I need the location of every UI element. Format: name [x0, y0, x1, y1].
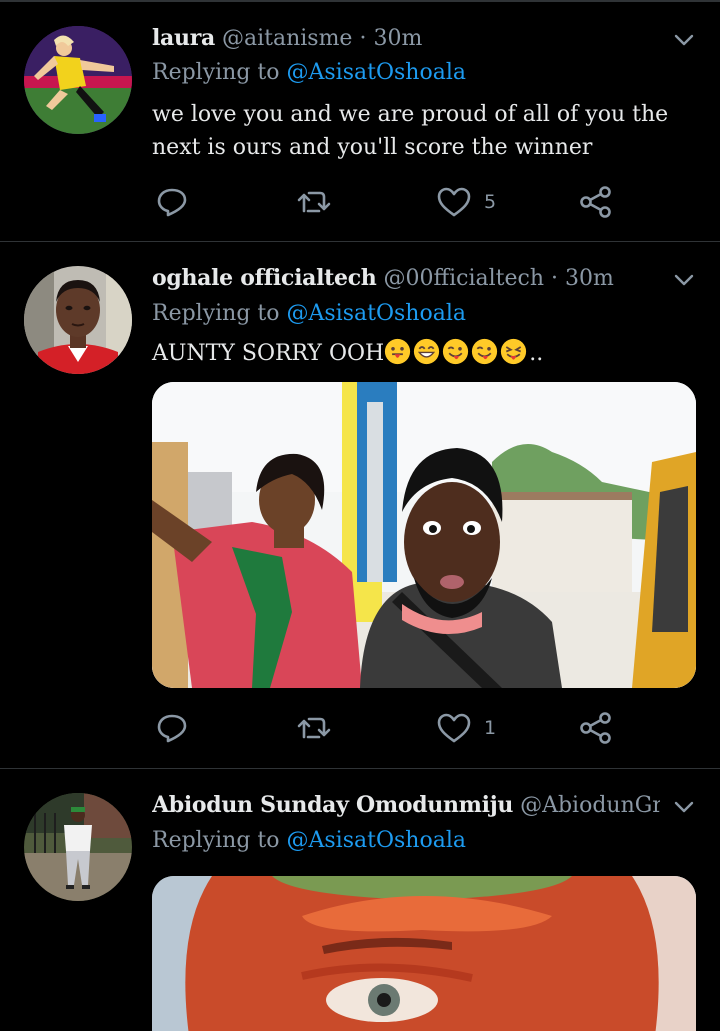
mention-link[interactable]: @AsisatOshoala: [287, 60, 466, 85]
tweet-text: we love you and we are proud of all of y…: [152, 102, 669, 160]
chevron-down-icon[interactable]: [672, 268, 696, 292]
display-name[interactable]: Abiodun Sunday Omodunmiju: [152, 792, 513, 818]
tweet-header: oghale officialtech @00fficialtech · 30m: [152, 263, 660, 293]
like-count: 5: [484, 191, 497, 213]
share-icon: [580, 186, 611, 218]
separator-dot: ·: [551, 266, 559, 291]
emoji-wink-tongue-icon: [443, 338, 469, 365]
like-count: 1: [484, 717, 497, 739]
action-bar: 5: [152, 182, 622, 222]
like-button[interactable]: 5: [436, 182, 496, 222]
replying-prefix: Replying to: [152, 60, 280, 85]
emoji-grin-icon: [414, 338, 440, 365]
tweet-1[interactable]: laura @aitanisme · 30m Replying to @Asis…: [0, 0, 720, 242]
retweet-button[interactable]: [296, 182, 332, 222]
replying-to: Replying to @AsisatOshoala: [152, 826, 466, 856]
timestamp[interactable]: 30m: [373, 26, 422, 51]
tweet-3[interactable]: Abiodun Sunday Omodunmiju @AbiodunGr700 …: [0, 769, 720, 1031]
avatar-abiodun[interactable]: [24, 793, 132, 901]
tweet-photo[interactable]: [152, 382, 696, 688]
display-name[interactable]: oghale officialtech: [152, 265, 377, 291]
avatar-oghale[interactable]: [24, 266, 132, 374]
user-handle[interactable]: @aitanisme: [222, 26, 353, 51]
emoji-wink-tongue-icon: [472, 338, 498, 365]
reply-button[interactable]: [154, 708, 190, 748]
share-icon: [580, 712, 611, 744]
tweet-text: AUNTY SORRY OOH: [152, 341, 385, 366]
tweet-2[interactable]: oghale officialtech @00fficialtech · 30m…: [0, 242, 720, 768]
tweet-text-line: AUNTY SORRY OOH..: [152, 337, 697, 370]
replying-to: Replying to @AsisatOshoala: [152, 58, 466, 88]
retweet-button[interactable]: [296, 708, 332, 748]
action-bar: 1: [152, 708, 622, 748]
heart-icon: [437, 713, 471, 743]
separator-dot: ·: [359, 26, 367, 51]
reply-button[interactable]: [154, 182, 190, 222]
user-handle[interactable]: @00fficialtech: [384, 266, 545, 291]
replying-prefix: Replying to: [152, 828, 280, 853]
tweet-photo[interactable]: [152, 876, 696, 1031]
emoji-squint-tongue-icon: [501, 338, 527, 365]
reply-icon: [157, 188, 187, 217]
timestamp[interactable]: 30m: [565, 266, 614, 291]
chevron-down-icon[interactable]: [672, 28, 696, 52]
tweet-header: Abiodun Sunday Omodunmiju @AbiodunGr700 …: [152, 790, 660, 820]
retweet-icon: [297, 717, 331, 739]
display-name[interactable]: laura: [152, 25, 215, 51]
avatar-laura[interactable]: [24, 26, 132, 134]
mention-link[interactable]: @AsisatOshoala: [287, 301, 466, 326]
user-handle[interactable]: @AbiodunGr700: [520, 793, 660, 818]
retweet-icon: [297, 191, 331, 213]
replying-to: Replying to @AsisatOshoala: [152, 299, 466, 329]
emoji-group: [384, 338, 529, 366]
reply-icon: [157, 714, 187, 743]
mention-link[interactable]: @AsisatOshoala: [287, 828, 466, 853]
chevron-down-icon[interactable]: [672, 795, 696, 819]
like-button[interactable]: 1: [436, 708, 496, 748]
replying-prefix: Replying to: [152, 301, 280, 326]
share-button[interactable]: [578, 182, 614, 222]
heart-icon: [437, 187, 471, 217]
emoji-tongue-icon: [385, 338, 411, 365]
share-button[interactable]: [578, 708, 614, 748]
tweet-header: laura @aitanisme · 30m: [152, 23, 660, 53]
tweet-text-suffix: ..: [529, 341, 544, 366]
